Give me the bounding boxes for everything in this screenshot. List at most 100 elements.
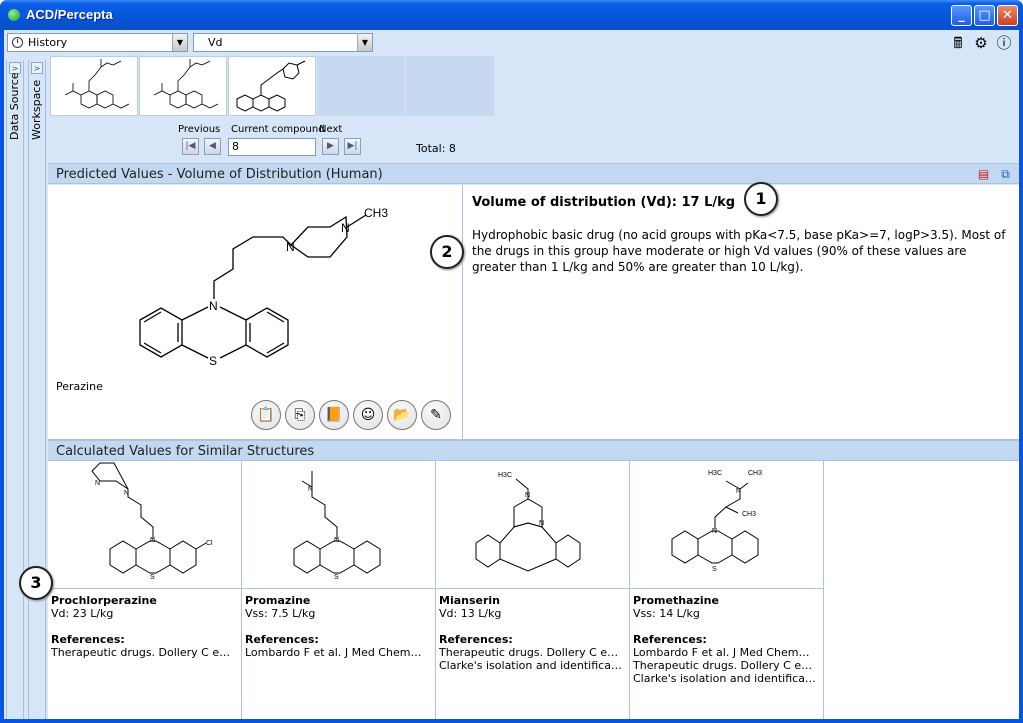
previous-button[interactable]: ◀ xyxy=(204,138,221,155)
clipboard-icon[interactable]: 📋 xyxy=(251,400,281,430)
similar-structure-image: N S Cl N N xyxy=(48,461,241,589)
compound-thumbnail-selected[interactable] xyxy=(228,56,316,116)
app-icon xyxy=(8,9,20,21)
similar-structure-image: N S N H3C CH3 CH3 xyxy=(630,461,823,589)
side-tabs: > Data Source > Workspace xyxy=(4,56,48,719)
app-window: ACD/Percepta _ □ ✕ History ▼ Vd ▼ 🖩 ⚙ ⓘ … xyxy=(0,0,1023,723)
atom-label-cl: Cl xyxy=(206,540,213,547)
history-combo[interactable]: History ▼ xyxy=(7,33,188,52)
compound-thumbnail-empty[interactable] xyxy=(406,56,494,116)
similar-card[interactable]: N S N Promazine Vss: 7.5 L/kg References… xyxy=(242,461,436,719)
tab-data-source[interactable]: > Data Source xyxy=(6,60,24,719)
reference-item[interactable]: Therapeutic drugs. Dollery C e… xyxy=(51,646,239,659)
total-count: Total: 8 xyxy=(416,142,456,155)
reference-item[interactable]: Clarke's isolation and identifica… xyxy=(633,672,821,685)
reference-item[interactable]: Therapeutic drugs. Dollery C e… xyxy=(633,659,821,672)
first-button[interactable]: |◀ xyxy=(182,138,199,155)
copy-icon[interactable]: ⧉ xyxy=(998,166,1013,182)
minimize-button[interactable]: _ xyxy=(951,5,972,26)
chevron-down-icon[interactable]: ▼ xyxy=(172,34,187,51)
close-button[interactable]: ✕ xyxy=(997,5,1018,26)
chevron-down-icon[interactable]: ▼ xyxy=(357,34,372,51)
next-label: Next xyxy=(319,124,343,135)
current-compound-label: Current compound xyxy=(231,124,325,135)
reference-item[interactable]: Clarke's isolation and identifica… xyxy=(439,659,627,672)
atom-label-methyl: H3C xyxy=(498,472,512,479)
similar-name: Prochlorperazine xyxy=(51,594,157,607)
last-button[interactable]: ▶| xyxy=(344,138,361,155)
tab-workspace[interactable]: > Workspace xyxy=(28,60,46,719)
perazine-structure: N S N N CH3 xyxy=(139,206,388,368)
history-combo-value: History xyxy=(28,36,68,49)
callout-2: 2 xyxy=(430,235,464,269)
atom-label-methyl: CH3 xyxy=(748,470,762,477)
atom-label-n: N xyxy=(286,240,295,254)
copy-structure-icon[interactable]: ⎘ xyxy=(285,400,315,430)
pencil-icon[interactable]: ✎ xyxy=(421,400,451,430)
predicted-header-title: Predicted Values - Volume of Distributio… xyxy=(56,167,383,182)
book-icon[interactable]: 📙 xyxy=(319,400,349,430)
promazine-structure: N S N xyxy=(293,471,381,581)
maximize-icon: □ xyxy=(978,8,991,23)
atom-label-s: S xyxy=(150,574,155,581)
atom-label-methyl: H3C xyxy=(708,470,722,477)
similar-value: Vss: 7.5 L/kg xyxy=(245,607,316,620)
tab-workspace-label: Workspace xyxy=(30,79,43,140)
thumbnail-structure xyxy=(153,59,219,109)
compound-thumbnail-empty[interactable] xyxy=(317,56,405,116)
pdf-icon[interactable]: ▤ xyxy=(976,166,991,182)
gear-icon[interactable]: ⚙ xyxy=(971,33,991,53)
info-icon[interactable]: ⓘ xyxy=(994,33,1014,53)
similar-value: Vss: 14 L/kg xyxy=(633,607,700,620)
similar-card[interactable]: N S N H3C CH3 CH3 Promethazine Vss: 14 L… xyxy=(630,461,824,719)
atom-label-s: S xyxy=(712,566,717,573)
atom-label-n: N xyxy=(525,492,530,499)
compound-thumbnail[interactable] xyxy=(139,56,227,116)
similar-value: Vd: 23 L/kg xyxy=(51,607,114,620)
atom-label-n: N xyxy=(712,528,717,535)
similar-value: Vd: 13 L/kg xyxy=(439,607,502,620)
prochlorperazine-structure: N S Cl N N xyxy=(91,462,213,581)
maximize-button[interactable]: □ xyxy=(974,5,995,26)
similar-header-title: Calculated Values for Similar Structures xyxy=(56,444,315,459)
atom-label-n: N xyxy=(308,486,313,493)
similar-card[interactable]: N N H3C Mianserin Vd: 13 L/kg References… xyxy=(436,461,630,719)
thumbnail-structure xyxy=(64,59,130,109)
callout-1: 1 xyxy=(744,182,778,216)
previous-label: Previous xyxy=(178,124,221,135)
reference-item[interactable]: Therapeutic drugs. Dollery C e… xyxy=(439,646,627,659)
module-combo[interactable]: Vd ▼ xyxy=(193,33,373,52)
atom-label-n: N xyxy=(209,299,218,313)
atom-label-n: N xyxy=(736,488,741,495)
tab-data-source-label: Data Source xyxy=(8,72,21,140)
atom-label-s: S xyxy=(209,354,217,368)
similar-header: Calculated Values for Similar Structures xyxy=(48,440,1019,461)
atom-label-s: S xyxy=(334,574,339,581)
smiley-icon[interactable]: ☺ xyxy=(353,400,383,430)
clock-icon xyxy=(12,37,23,48)
references-heading: References: xyxy=(633,633,707,646)
expand-arrow-icon[interactable]: > xyxy=(31,62,43,74)
atom-label-n: N xyxy=(334,537,339,544)
next-button[interactable]: ▶ xyxy=(322,138,339,155)
reference-item[interactable]: Lombardo F et al. J Med Chem… xyxy=(245,646,433,659)
open-folder-icon[interactable]: 📂 xyxy=(387,400,417,430)
atom-label-n: N xyxy=(124,490,129,497)
calculator-icon[interactable]: 🖩 xyxy=(948,33,968,53)
title-bar[interactable]: ACD/Percepta _ □ ✕ xyxy=(0,0,1023,30)
atom-label-n: N xyxy=(150,537,155,544)
atom-label-n: N xyxy=(95,480,100,487)
compound-thumbnail[interactable] xyxy=(50,56,138,116)
similar-name: Promethazine xyxy=(633,594,719,607)
similar-card[interactable]: N S Cl N N Prochlorperazine Vd: 23 L/kg … xyxy=(48,461,242,719)
similar-name: Promazine xyxy=(245,594,311,607)
atom-label-methyl: CH3 xyxy=(742,511,756,518)
reference-item[interactable]: Lombardo F et al. J Med Chem… xyxy=(633,646,821,659)
promethazine-structure: N S N H3C CH3 CH3 xyxy=(671,470,762,573)
atom-label-n: N xyxy=(341,221,350,235)
thumbnail-structure xyxy=(236,60,306,112)
current-compound-input[interactable]: 8 xyxy=(228,138,316,156)
window-title: ACD/Percepta xyxy=(26,7,113,22)
similar-structures-panel: N S Cl N N Prochlorperazine Vd: 23 L/kg … xyxy=(48,461,1019,719)
similar-structure-image: N N H3C xyxy=(436,461,629,589)
